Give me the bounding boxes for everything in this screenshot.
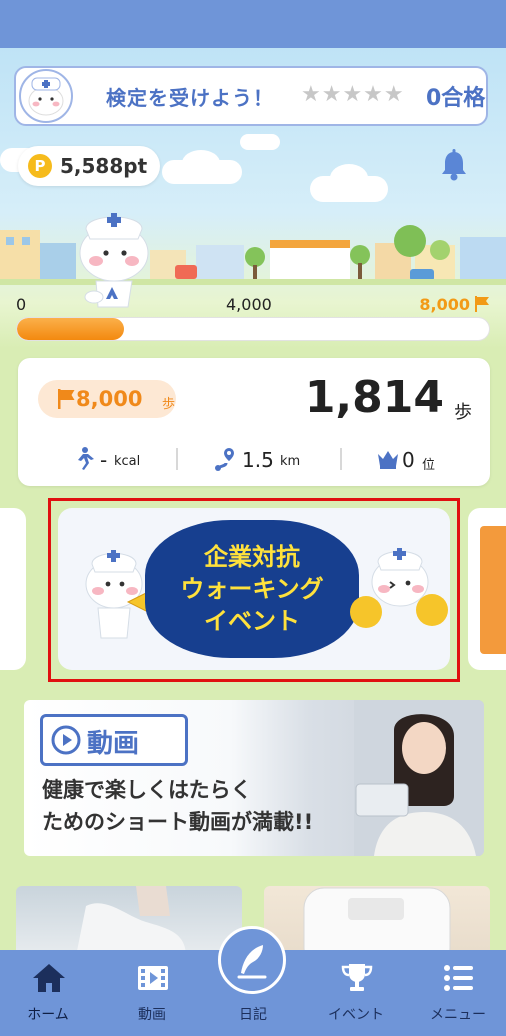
skill-test-stars: ★★★★★ xyxy=(301,82,405,107)
skill-test-title: 検定を受けよう！ xyxy=(106,86,274,110)
pen-icon xyxy=(237,945,267,979)
progress-mid-label: 4,000 xyxy=(226,295,272,314)
steps-progress-bar xyxy=(16,317,490,341)
diary-button[interactable] xyxy=(218,926,286,994)
nav-diary-label: 日記 xyxy=(239,1007,267,1023)
skill-test-pass-count: 0合格 xyxy=(426,86,486,111)
nav-events[interactable]: イベント xyxy=(308,950,404,1036)
nav-videos[interactable]: 動画 xyxy=(104,950,200,1036)
rank-unit: 位 xyxy=(422,458,436,473)
mascot-avatar-icon xyxy=(19,69,73,123)
running-icon xyxy=(78,447,94,470)
video-banner[interactable]: 動画 健康で楽しくはたらく ためのショート動画が満載!! xyxy=(24,700,484,856)
points-value: 5,588pt xyxy=(60,154,148,178)
nav-videos-label: 動画 xyxy=(138,1007,166,1023)
distance-stat: 1.5 km xyxy=(214,446,324,472)
carousel-prev-card[interactable] xyxy=(0,508,26,670)
steps-count: 1,814 xyxy=(304,372,444,423)
article-thumbnail-scale[interactable] xyxy=(264,886,490,956)
stat-divider xyxy=(340,448,342,470)
nav-menu-label: メニュー xyxy=(430,1007,486,1023)
status-bar xyxy=(0,0,506,48)
carousel-next-card[interactable] xyxy=(468,508,506,670)
scale-photo xyxy=(303,887,451,956)
distance-value: 1.5 xyxy=(242,448,274,472)
nav-home[interactable]: ホーム xyxy=(0,950,96,1036)
progress-labels: 0 4,000 8,000 xyxy=(16,295,490,315)
rank-value: 0 xyxy=(402,448,415,472)
smiling-woman-photo xyxy=(354,700,484,856)
video-badge: 動画 xyxy=(40,714,188,766)
skill-test-banner[interactable]: 検定を受けよう！ ★★★★★ 0合格 xyxy=(14,66,488,126)
trophy-icon xyxy=(341,964,373,991)
distance-unit: km xyxy=(280,454,301,469)
steps-card[interactable]: 8,000 歩 1,814 歩 - kcal 1.5 km 0 位 xyxy=(18,358,490,486)
steps-unit: 歩 xyxy=(454,402,472,423)
goal-flag-icon xyxy=(475,296,489,312)
calories-value: - xyxy=(100,448,108,472)
nav-menu[interactable]: メニュー xyxy=(410,950,506,1036)
calories-unit: kcal xyxy=(114,454,141,469)
video-badge-label: 動画 xyxy=(87,729,140,759)
nav-events-label: イベント xyxy=(328,1007,384,1023)
article-thumbnail-shoes[interactable] xyxy=(16,886,242,956)
progress-goal-label: 8,000 xyxy=(419,295,470,314)
goal-flag-icon xyxy=(58,389,75,409)
progress-start-label: 0 xyxy=(16,295,27,314)
points-pill[interactable]: P 5,588pt xyxy=(18,146,160,186)
rank-stat: 0 位 xyxy=(376,446,476,473)
bell-icon[interactable] xyxy=(436,148,472,184)
daily-goal-value: 8,000 xyxy=(76,387,143,411)
stat-divider xyxy=(176,448,178,470)
sneakers-photo xyxy=(76,886,186,956)
video-banner-text: 健康で楽しくはたらく ためのショート動画が満載!! xyxy=(42,778,314,834)
play-icon xyxy=(51,725,81,755)
coin-icon: P xyxy=(28,154,52,178)
film-icon xyxy=(138,966,168,990)
selection-highlight xyxy=(48,498,460,682)
menu-icon xyxy=(444,965,473,991)
nav-home-label: ホーム xyxy=(27,1007,69,1023)
daily-goal-pill: 8,000 歩 xyxy=(38,380,176,418)
crown-icon xyxy=(378,451,398,469)
route-icon xyxy=(215,448,234,471)
steps-progress-fill xyxy=(17,318,125,340)
daily-goal-unit: 歩 xyxy=(162,397,176,412)
calories-stat: - kcal xyxy=(70,446,180,472)
home-icon xyxy=(33,964,65,992)
